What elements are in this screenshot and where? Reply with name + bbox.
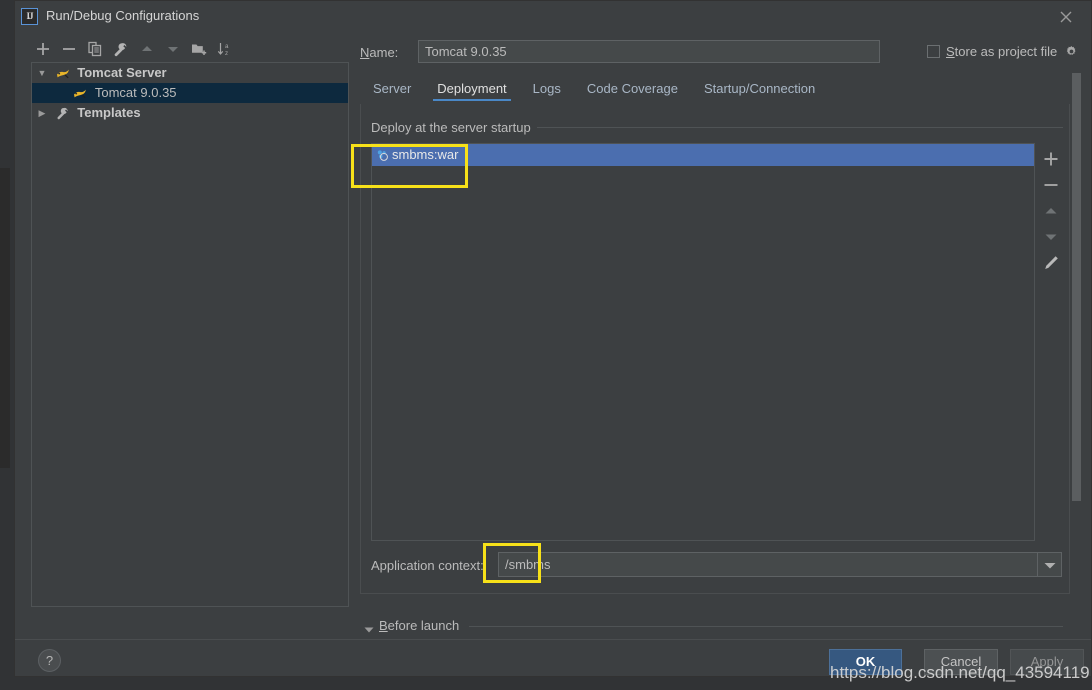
- dialog-title: Run/Debug Configurations: [46, 8, 200, 23]
- move-artifact-down-button[interactable]: [1039, 225, 1063, 249]
- application-context-panel: Application context:: [371, 546, 1063, 584]
- create-folder-button[interactable]: [187, 37, 211, 61]
- move-down-button[interactable]: [161, 37, 185, 61]
- before-launch-label[interactable]: Before launch: [379, 618, 459, 633]
- copy-configuration-button[interactable]: [83, 37, 107, 61]
- remove-configuration-button[interactable]: [57, 37, 81, 61]
- dialog-titlebar: IJ Run/Debug Configurations: [15, 1, 1091, 32]
- name-mnemonic: N: [360, 45, 370, 60]
- dialog-scrollbar-thumb[interactable]: [1072, 73, 1081, 501]
- wrench-icon: [56, 106, 74, 126]
- svg-text:a: a: [225, 43, 229, 50]
- edit-artifact-button[interactable]: [1039, 251, 1063, 275]
- svg-text:z: z: [225, 50, 228, 57]
- checkbox-box[interactable]: [927, 45, 940, 58]
- move-up-button[interactable]: [135, 37, 159, 61]
- store-as-project-file-label: Store as project file: [946, 44, 1057, 59]
- store-mnemonic: S: [946, 44, 955, 59]
- tree-item-label: Tomcat 9.0.35: [94, 85, 177, 100]
- add-configuration-button[interactable]: [31, 37, 55, 61]
- tree-item-templates[interactable]: ▶ Templates: [32, 103, 348, 123]
- store-label-rest: tore as project file: [954, 44, 1058, 59]
- twisty-collapsed-icon[interactable]: ▶: [32, 103, 52, 123]
- name-field-label: Name:: [360, 45, 398, 60]
- deployment-artifacts-list[interactable]: smbms:war: [371, 143, 1035, 541]
- tree-item-tomcat-server[interactable]: ▼ Tomcat Server: [32, 63, 348, 83]
- tab-logs[interactable]: Logs: [520, 79, 574, 101]
- twisty-expanded-icon[interactable]: ▼: [32, 63, 52, 83]
- application-context-input[interactable]: [498, 552, 1058, 577]
- tree-item-label: Tomcat Server: [77, 65, 167, 80]
- gear-icon[interactable]: [1065, 45, 1078, 61]
- tab-deployment[interactable]: Deployment: [424, 79, 519, 101]
- name-label-rest: ame:: [369, 45, 399, 60]
- ide-left-strip-dark: [0, 168, 10, 468]
- tab-startup-connection[interactable]: Startup/Connection: [691, 79, 828, 101]
- before-launch-label-rest: efore launch: [387, 618, 460, 633]
- deploy-section-title: Deploy at the server startup: [371, 120, 537, 135]
- add-artifact-button[interactable]: [1039, 147, 1063, 171]
- move-artifact-up-button[interactable]: [1039, 199, 1063, 223]
- store-as-project-file-checkbox[interactable]: Store as project file: [927, 44, 1057, 59]
- configurations-toolbar: a z: [31, 37, 351, 63]
- before-launch-divider: [469, 626, 1063, 627]
- name-input[interactable]: [418, 40, 880, 63]
- before-launch-twisty-icon[interactable]: [364, 622, 374, 637]
- remove-artifact-button[interactable]: [1039, 173, 1063, 197]
- tab-code-coverage[interactable]: Code Coverage: [574, 79, 691, 101]
- list-item-label: smbms:war: [392, 147, 459, 162]
- chevron-down-icon[interactable]: [1037, 552, 1062, 577]
- artifact-icon: [372, 147, 392, 169]
- sort-configurations-button[interactable]: a z: [213, 37, 237, 61]
- run-debug-configurations-dialog: IJ Run/Debug Configurations a z ▼ Tomcat…: [14, 0, 1092, 677]
- edit-templates-button[interactable]: [109, 37, 133, 61]
- watermark-text: https://blog.csdn.net/qq_43594119: [830, 663, 1090, 682]
- list-item[interactable]: smbms:war: [372, 144, 1034, 166]
- application-context-label: Application context:: [371, 558, 484, 573]
- close-icon[interactable]: [1047, 3, 1085, 30]
- tree-item-label: Templates: [77, 105, 141, 120]
- configurations-tree[interactable]: ▼ Tomcat Server Tomcat 9.0.35 ▶ Template…: [31, 62, 349, 607]
- tree-item-tomcat-9-0-35[interactable]: Tomcat 9.0.35: [32, 83, 348, 103]
- before-launch-mnemonic: B: [379, 618, 388, 633]
- tab-server[interactable]: Server: [360, 79, 424, 101]
- settings-tabs: Server Deployment Logs Code Coverage Sta…: [360, 79, 828, 103]
- intellij-idea-icon: IJ: [21, 8, 38, 25]
